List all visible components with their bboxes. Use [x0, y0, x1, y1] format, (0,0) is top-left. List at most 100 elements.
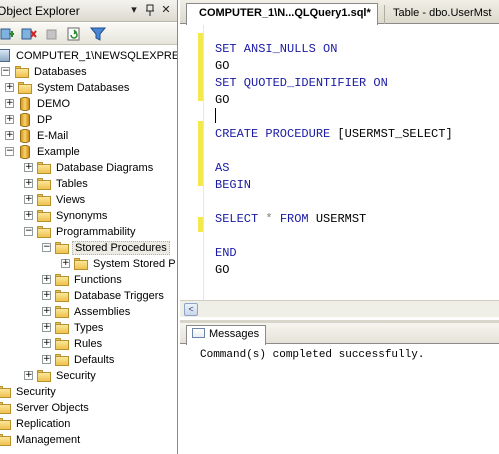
- expand-icon[interactable]: +: [42, 307, 51, 316]
- code-line: SET QUOTED_IDENTIFIER ON: [215, 75, 388, 92]
- tree-node[interactable]: − Databases: [0, 64, 177, 80]
- folder-icon: [54, 240, 70, 256]
- expand-icon[interactable]: +: [24, 371, 33, 380]
- tab-messages[interactable]: Messages: [186, 325, 267, 345]
- tree-node[interactable]: Security: [0, 384, 177, 400]
- keyword: AS: [215, 161, 230, 175]
- tree-node[interactable]: + Security: [0, 368, 177, 384]
- tree-node[interactable]: Management: [0, 432, 177, 448]
- expand-icon[interactable]: +: [5, 131, 14, 140]
- tab-table-usermst[interactable]: Table - dbo.UserMst: [384, 5, 497, 24]
- database-icon: [17, 112, 33, 128]
- tree-node[interactable]: + Synonyms: [0, 208, 177, 224]
- tree-node[interactable]: + Tables: [0, 176, 177, 192]
- code-line: AS: [215, 160, 229, 177]
- keyword: BEGIN: [215, 178, 252, 192]
- tree-node[interactable]: Server Objects: [0, 400, 177, 416]
- tree-node[interactable]: − Example: [0, 144, 177, 160]
- collapse-icon[interactable]: −: [5, 147, 14, 156]
- tree-node[interactable]: + Database Triggers: [0, 288, 177, 304]
- collapse-icon[interactable]: −: [1, 67, 10, 76]
- tree-node[interactable]: + Rules: [0, 336, 177, 352]
- keyword: SELECT: [215, 212, 259, 226]
- disconnect-icon[interactable]: [21, 26, 37, 42]
- tree-node-label: Stored Procedures: [72, 241, 170, 255]
- tree-node[interactable]: + Views: [0, 192, 177, 208]
- operator: *: [258, 212, 280, 226]
- expand-icon[interactable]: +: [61, 259, 70, 268]
- tree-node[interactable]: + DEMO: [0, 96, 177, 112]
- expand-icon[interactable]: +: [42, 339, 51, 348]
- object-explorer-title: Object Explorer: [0, 4, 80, 18]
- folder-icon: [73, 256, 89, 272]
- tree-node[interactable]: − Stored Procedures: [0, 240, 177, 256]
- folder-icon: [17, 80, 33, 96]
- expand-icon[interactable]: +: [24, 211, 33, 220]
- tree-node-label: Security: [16, 386, 56, 398]
- tree-node[interactable]: + Database Diagrams: [0, 160, 177, 176]
- tree-node[interactable]: + Assemblies: [0, 304, 177, 320]
- tree-node-label: Replication: [16, 418, 71, 430]
- tree-node[interactable]: − Programmability: [0, 224, 177, 240]
- messages-output: Command(s) completed successfully.: [200, 349, 425, 361]
- connect-icon[interactable]: [0, 26, 16, 42]
- folder-icon: [54, 288, 70, 304]
- statement: GO: [215, 263, 230, 277]
- stop-icon[interactable]: [44, 26, 60, 42]
- scroll-left-icon[interactable]: <: [184, 303, 198, 316]
- expand-icon[interactable]: +: [42, 355, 51, 364]
- query-editor: COMPUTER_1\N...QLQuery1.sql* Table - dbo…: [180, 0, 499, 320]
- keyword: END: [215, 246, 237, 260]
- expand-icon[interactable]: +: [5, 99, 14, 108]
- code-line: GO: [215, 262, 229, 279]
- tree-node[interactable]: + DP: [0, 112, 177, 128]
- tree-node[interactable]: + E-Mail: [0, 128, 177, 144]
- tree-node[interactable]: COMPUTER_1\NEWSQLEXPRESS (SC: [0, 48, 177, 64]
- folder-icon: [36, 176, 52, 192]
- expand-icon[interactable]: +: [42, 275, 51, 284]
- expand-icon[interactable]: +: [24, 179, 33, 188]
- folder-icon: [0, 384, 12, 400]
- document-tabs: COMPUTER_1\N...QLQuery1.sql* Table - dbo…: [180, 0, 499, 25]
- keyword: SET QUOTED_IDENTIFIER ON: [215, 76, 388, 90]
- object-explorer-toolbar: [0, 23, 177, 45]
- refresh-icon[interactable]: [66, 26, 82, 42]
- collapse-icon[interactable]: −: [42, 243, 51, 252]
- tree-node-label: Assemblies: [74, 306, 131, 318]
- tree-node-label: DEMO: [37, 98, 70, 110]
- identifier: [USERMST_SELECT]: [330, 127, 453, 141]
- keyword: SET ANSI_NULLS ON: [215, 42, 338, 56]
- database-icon: [17, 96, 33, 112]
- collapse-icon[interactable]: −: [24, 227, 33, 236]
- tree-node[interactable]: + Types: [0, 320, 177, 336]
- tree-node-label: System Databases: [37, 82, 130, 94]
- keyword: CREATE PROCEDURE: [215, 127, 331, 141]
- change-marker: [198, 33, 203, 101]
- expand-icon[interactable]: +: [5, 83, 14, 92]
- horizontal-scrollbar[interactable]: <: [180, 300, 499, 317]
- expand-icon[interactable]: +: [42, 291, 51, 300]
- messages-tab-label: Messages: [209, 328, 260, 340]
- tab-query1[interactable]: COMPUTER_1\N...QLQuery1.sql*: [186, 3, 378, 25]
- expand-icon[interactable]: +: [24, 195, 33, 204]
- pin-icon[interactable]: [144, 4, 156, 17]
- code-editor[interactable]: SET ANSI_NULLS ON GO SET QUOTED_IDENTIFIER…: [180, 25, 499, 300]
- tree-node[interactable]: Replication: [0, 416, 177, 432]
- expand-icon[interactable]: +: [42, 323, 51, 332]
- tree-node[interactable]: + System Stored P: [0, 256, 177, 272]
- folder-icon: [0, 432, 12, 448]
- expand-icon[interactable]: +: [24, 163, 33, 172]
- filter-icon[interactable]: [89, 26, 107, 42]
- statement: GO: [215, 59, 230, 73]
- messages-icon: [192, 328, 205, 338]
- expand-icon[interactable]: +: [5, 115, 14, 124]
- panel-menu-icon[interactable]: ▾: [128, 4, 140, 17]
- tree-node[interactable]: + Defaults: [0, 352, 177, 368]
- tree-node-label: Synonyms: [56, 210, 108, 222]
- tree-node[interactable]: + Functions: [0, 272, 177, 288]
- code-line: CREATE PROCEDURE [USERMST_SELECT]: [215, 126, 453, 143]
- close-icon[interactable]: ✕: [160, 4, 172, 17]
- tree-node[interactable]: + System Databases: [0, 80, 177, 96]
- folder-icon: [0, 416, 12, 432]
- object-explorer-titlebar: Object Explorer ▾ ✕: [0, 0, 177, 22]
